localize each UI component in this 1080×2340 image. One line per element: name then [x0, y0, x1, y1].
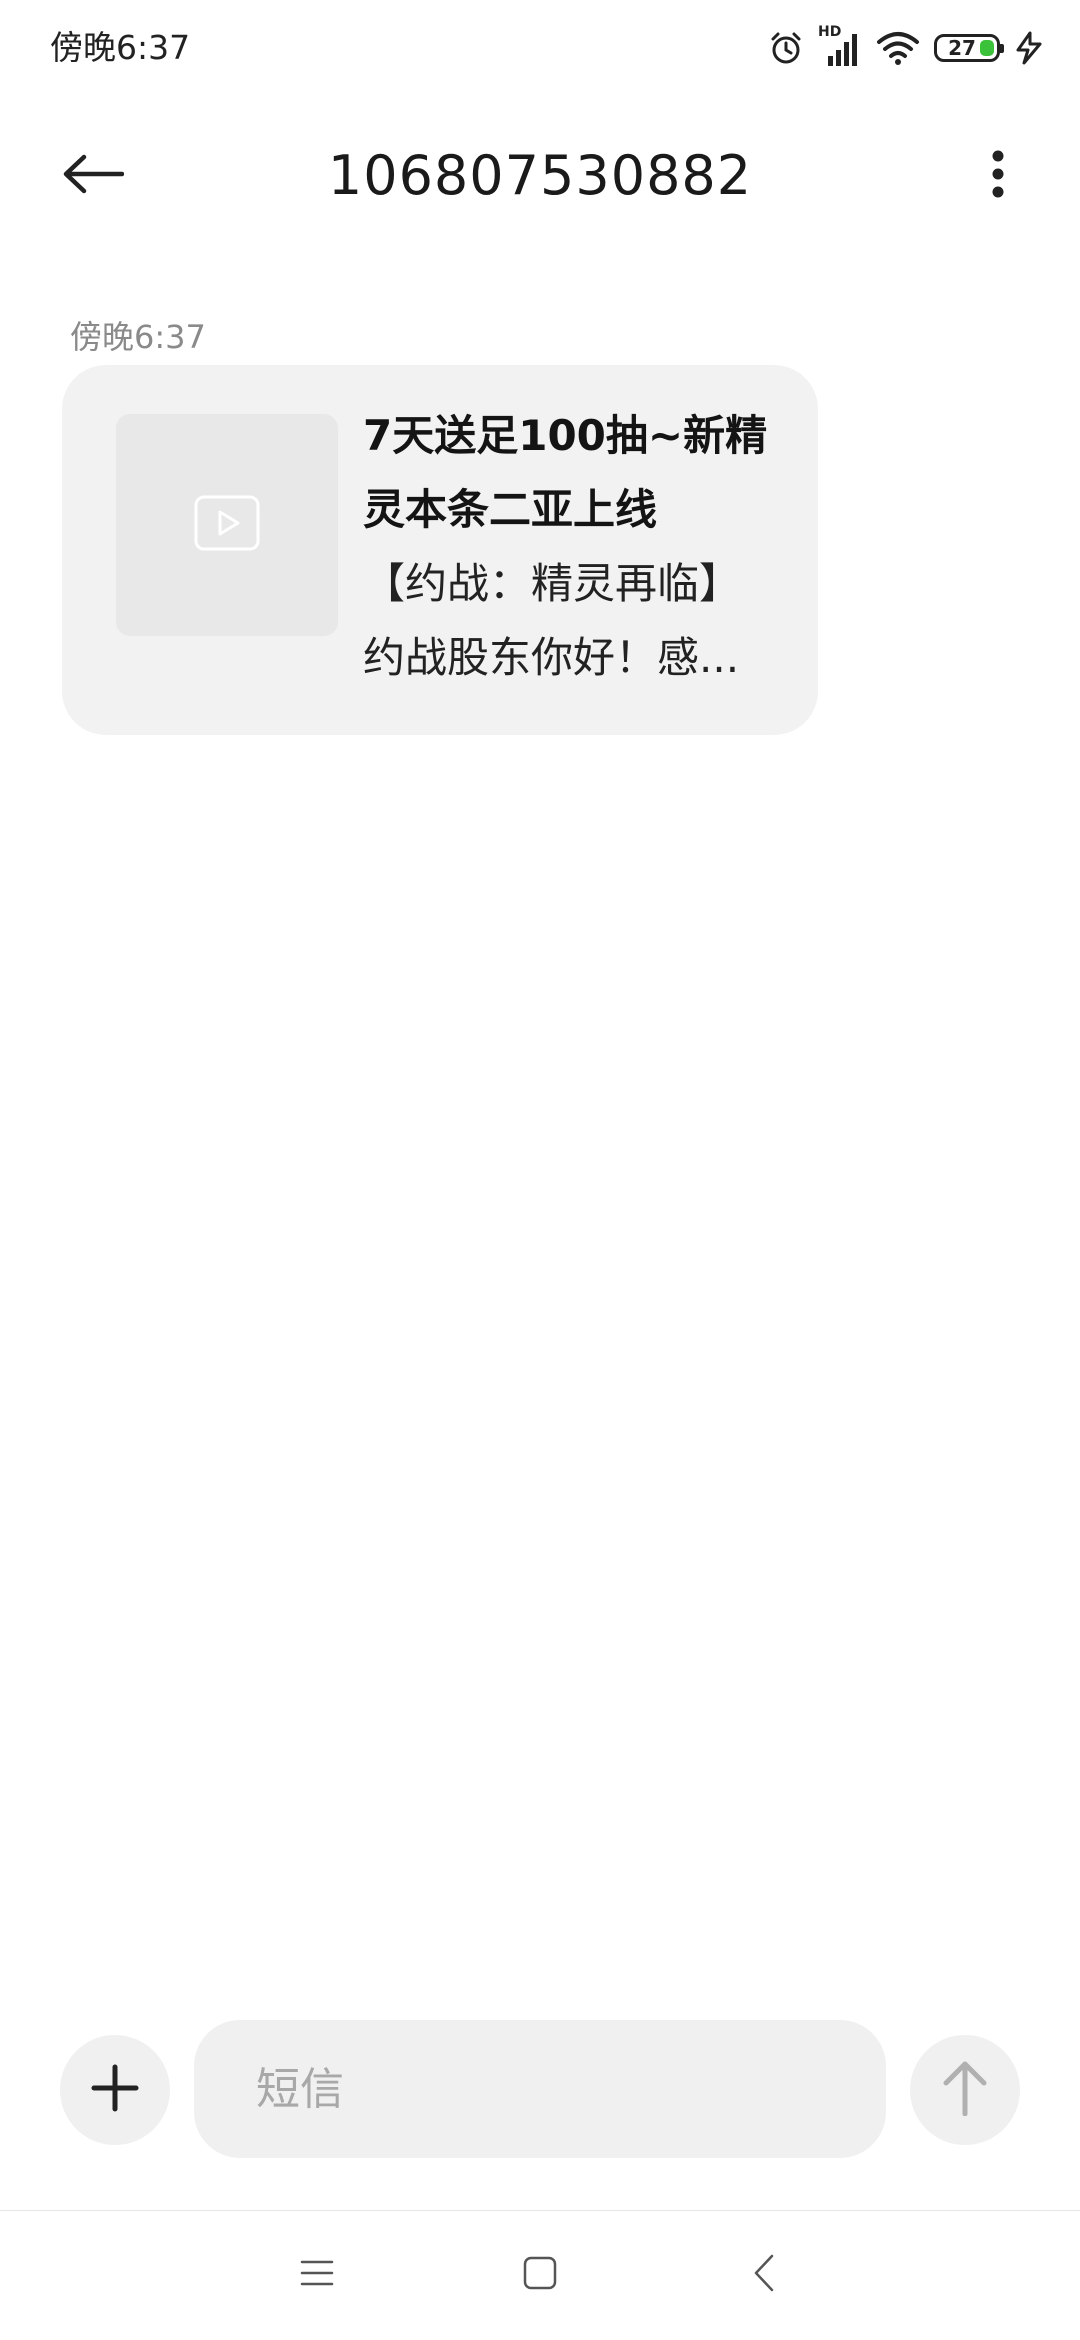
composer	[0, 2018, 1080, 2160]
wifi-icon	[876, 30, 920, 66]
sms-input[interactable]	[194, 2020, 886, 2158]
plus-icon	[91, 2064, 139, 2116]
card-text: 7天送足100抽~新精灵本条二亚上线 【约战：精灵再临】约战股东你好！感...	[363, 399, 775, 695]
recent-apps-button[interactable]	[275, 2233, 359, 2317]
back-chevron-icon	[752, 2253, 776, 2297]
hd-label: HD	[818, 24, 842, 40]
card-title: 7天送足100抽~新精灵本条二亚上线	[363, 411, 768, 534]
alarm-icon	[768, 30, 804, 66]
battery-level: 27	[948, 36, 976, 60]
system-nav-bar	[0, 2211, 1080, 2340]
system-back-button[interactable]	[722, 2233, 806, 2317]
hd-signal-icon: HD	[818, 24, 862, 68]
message-timestamp: 傍晚6:37	[70, 318, 206, 356]
home-button[interactable]	[498, 2233, 582, 2317]
more-options-button[interactable]	[962, 140, 1034, 212]
video-play-icon	[194, 495, 260, 555]
conversation-title: 106807530882	[327, 144, 753, 207]
rich-message-card[interactable]: 7天送足100抽~新精灵本条二亚上线 【约战：精灵再临】约战股东你好！感...	[62, 365, 818, 735]
card-body: 【约战：精灵再临】约战股东你好！感...	[363, 559, 742, 682]
battery-icon: 27	[934, 34, 1004, 62]
status-bar: 傍晚6:37 HD 27	[0, 0, 1080, 96]
battery-fill	[980, 40, 994, 56]
back-arrow-icon	[62, 154, 125, 198]
card-thumbnail[interactable]	[116, 414, 338, 636]
back-button[interactable]	[62, 140, 154, 212]
arrow-up-icon	[941, 2060, 989, 2120]
attach-button[interactable]	[60, 2035, 170, 2145]
battery-tip	[1000, 44, 1004, 53]
status-time: 傍晚6:37	[50, 28, 191, 67]
charging-icon	[1014, 31, 1044, 65]
status-icons: HD 27	[768, 24, 1044, 70]
more-vertical-icon	[991, 149, 1005, 203]
conversation-header: 106807530882	[0, 116, 1080, 236]
menu-icon	[299, 2257, 335, 2293]
send-button[interactable]	[910, 2035, 1020, 2145]
home-square-icon	[522, 2255, 558, 2295]
